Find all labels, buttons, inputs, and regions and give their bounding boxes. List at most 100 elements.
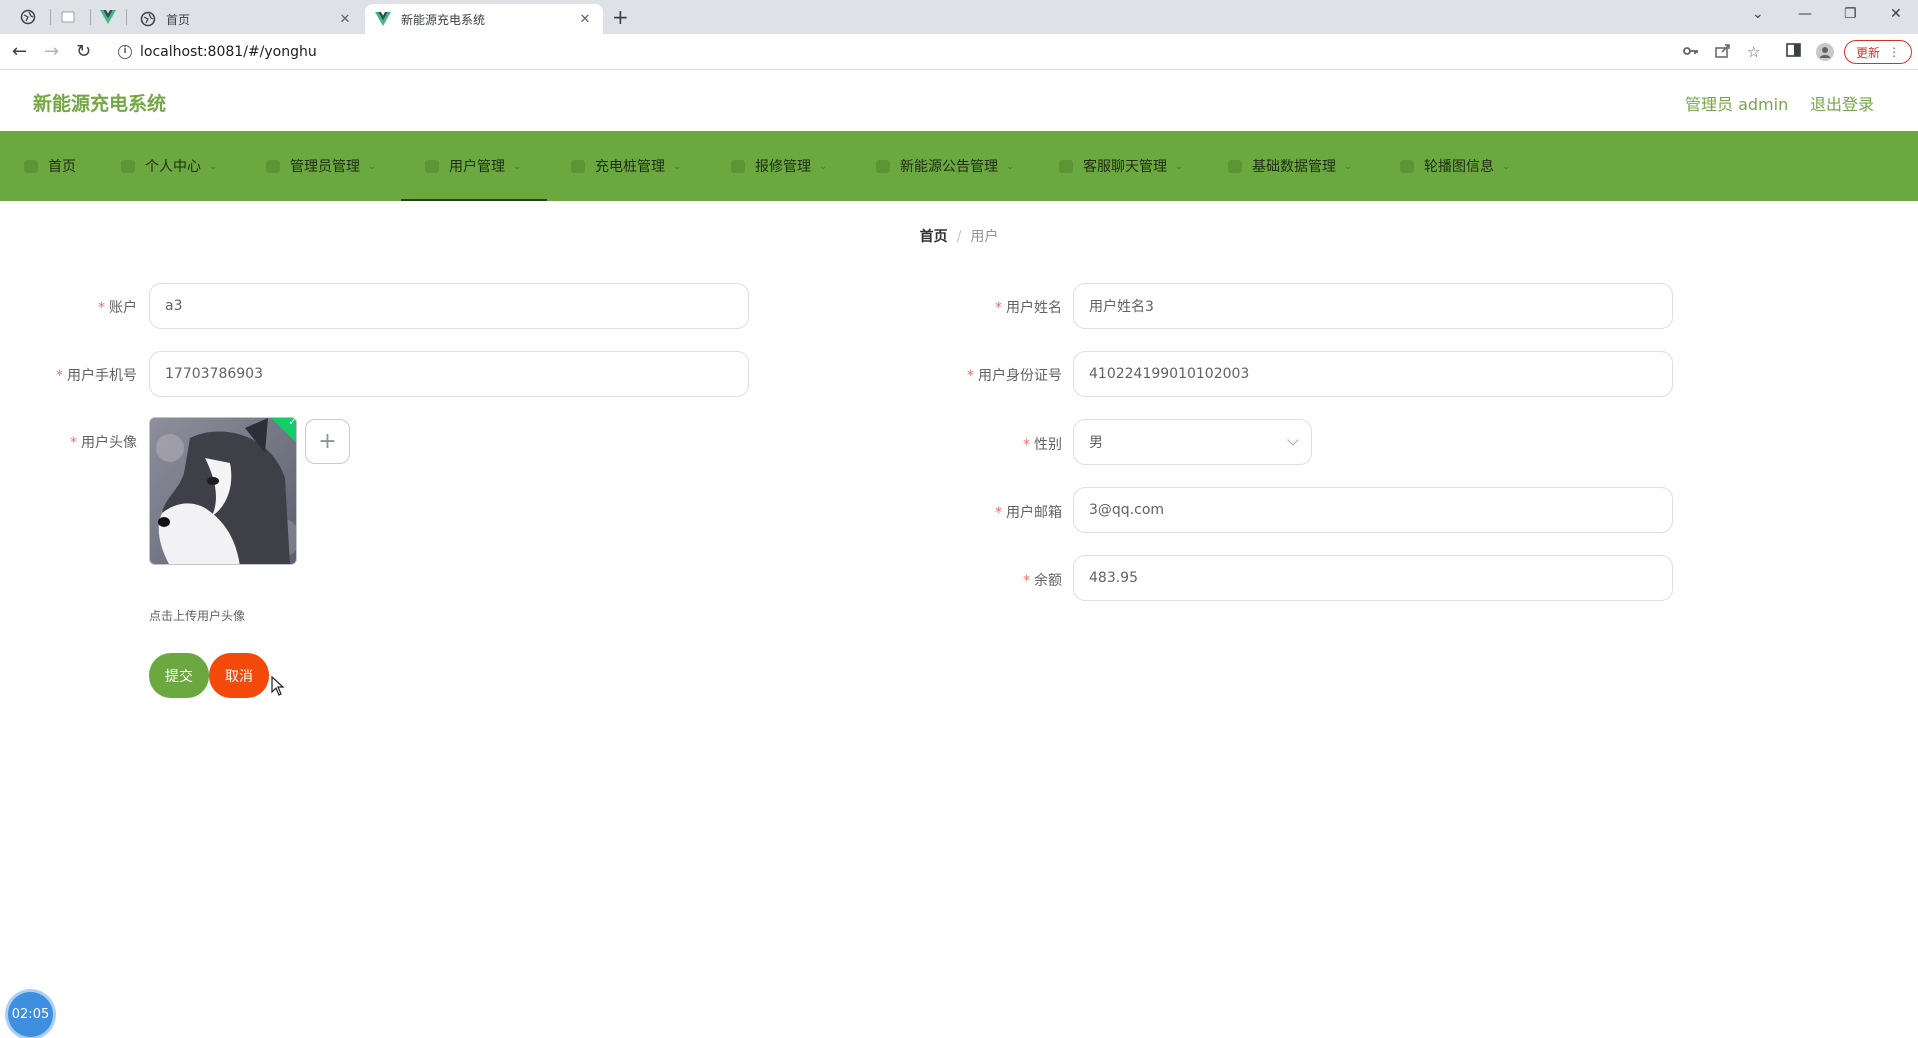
site-info-icon[interactable]: i	[118, 45, 132, 59]
chevron-down-icon: ⌄	[819, 160, 828, 172]
chevron-down-icon	[1287, 434, 1299, 446]
nav-item-home[interactable]: 首页	[0, 131, 99, 201]
nav-item-label: 客服聊天管理	[1083, 159, 1167, 175]
id-card-input[interactable]: 410224199010102003	[1073, 351, 1673, 397]
app-title: 新能源充电系统	[33, 93, 167, 115]
phone-input[interactable]: 17703786903	[149, 351, 749, 397]
blank-page-icon	[61, 11, 75, 23]
pinned-tab-blank[interactable]	[54, 6, 82, 28]
nav-item-personal-center[interactable]: 个人中心 ⌄	[99, 131, 244, 201]
admin-icon	[266, 159, 280, 173]
nav-item-carousel-info[interactable]: 轮播图信息 ⌄	[1378, 131, 1538, 201]
user-name-input[interactable]: 用户姓名3	[1073, 283, 1673, 329]
breadcrumb-separator: /	[956, 229, 962, 245]
breadcrumb-home[interactable]: 首页	[920, 229, 948, 245]
nav-item-label: 基础数据管理	[1252, 159, 1336, 175]
nav-item-base-data-management[interactable]: 基础数据管理 ⌄	[1206, 131, 1378, 201]
chevron-down-icon: ⌄	[209, 160, 218, 172]
tab-home[interactable]: 首页 ✕	[130, 4, 363, 34]
data-icon	[1228, 159, 1242, 173]
announcement-icon	[876, 159, 890, 173]
breadcrumb: 首页 / 用户	[0, 226, 1918, 246]
address-url[interactable]: localhost:8081/#/yonghu	[140, 44, 317, 60]
new-tab-plus-icon[interactable]: +	[612, 5, 629, 29]
kebab-menu-icon: ⋮	[1888, 45, 1900, 59]
account-label: * 账户	[98, 300, 137, 316]
chevron-down-icon: ⌄	[513, 160, 522, 172]
nav-item-label: 新能源公告管理	[900, 159, 998, 175]
profile-avatar-icon[interactable]	[1816, 43, 1834, 65]
update-label: 更新	[1855, 45, 1880, 60]
window-close-icon[interactable]: ✕	[1890, 6, 1902, 22]
tab-search-chevron-icon[interactable]: ⌄	[1752, 6, 1764, 22]
vue-icon	[100, 10, 116, 24]
forward-arrow-icon[interactable]: →	[44, 41, 59, 62]
chevron-down-icon: ⌄	[1344, 160, 1353, 172]
nav-item-user-management[interactable]: 用户管理 ⌄	[401, 131, 547, 201]
nav-item-label: 报修管理	[755, 159, 811, 175]
tab-charging-system[interactable]: 新能源充电系统 ✕	[365, 4, 603, 34]
restore-icon[interactable]: ❐	[1844, 6, 1857, 22]
nav-item-admin-management[interactable]: 管理员管理 ⌄	[244, 131, 401, 201]
breadcrumb-current: 用户	[970, 229, 999, 245]
vue-icon	[375, 11, 391, 27]
main-nav: 首页 个人中心 ⌄ 管理员管理 ⌄ 用户管理 ⌄ 充电桩管理 ⌄ 报修管理 ⌄ …	[0, 131, 1918, 201]
nav-item-charger-management[interactable]: 充电桩管理 ⌄	[547, 131, 707, 201]
balance-label: * 余额	[1023, 573, 1062, 589]
gender-select[interactable]: 男	[1073, 419, 1312, 465]
avatar-image[interactable]: ✓	[149, 417, 297, 565]
logout-link[interactable]: 退出登录	[1810, 91, 1874, 115]
upload-tip: 点击上传用户头像	[149, 609, 246, 623]
avatar-label: * 用户头像	[70, 435, 137, 451]
tab-title: 首页	[166, 12, 191, 27]
admin-user-label: 管理员 admin	[1685, 95, 1789, 114]
bookmark-star-icon[interactable]: ☆	[1747, 43, 1760, 61]
users-icon	[425, 159, 439, 173]
address-bar[interactable]: i localhost:8081/#/yonghu	[108, 38, 1682, 66]
browser-update-button[interactable]: 更新 ⋮	[1844, 40, 1912, 64]
account-input[interactable]: a3	[149, 283, 749, 329]
husky-image	[150, 418, 296, 564]
nav-item-label: 首页	[48, 159, 76, 175]
balance-input[interactable]: 483.95	[1073, 555, 1673, 601]
tab-close-icon[interactable]: ✕	[337, 12, 353, 27]
chevron-down-icon: ⌄	[1502, 160, 1511, 172]
nav-item-label: 用户管理	[449, 159, 505, 175]
id-card-label: * 用户身份证号	[967, 368, 1062, 384]
nav-item-label: 充电桩管理	[595, 159, 665, 175]
app-header: 新能源充电系统 管理员 admin 退出登录	[0, 70, 1918, 131]
nav-item-label: 个人中心	[145, 159, 201, 175]
reload-icon[interactable]: ↻	[76, 41, 91, 62]
nav-item-announcement-management[interactable]: 新能源公告管理 ⌄	[852, 131, 1037, 201]
chevron-down-icon: ⌄	[673, 160, 682, 172]
nav-item-chat-management[interactable]: 客服聊天管理 ⌄	[1037, 131, 1206, 201]
submit-button[interactable]: 提交	[149, 653, 209, 698]
chevron-down-icon: ⌄	[1006, 160, 1015, 172]
floating-clock-badge[interactable]: 02:05	[8, 992, 53, 1037]
globe-icon	[20, 9, 36, 25]
nav-item-repair-management[interactable]: 报修管理 ⌄	[707, 131, 852, 201]
user-name-label: * 用户姓名	[995, 300, 1062, 316]
email-input[interactable]: 3@qq.com	[1073, 487, 1673, 533]
globe-icon	[140, 11, 156, 27]
browser-toolbar: ← → ↻ i localhost:8081/#/yonghu ☆ 更新 ⋮	[0, 34, 1918, 70]
carousel-icon	[1400, 159, 1414, 173]
nav-item-label: 管理员管理	[290, 159, 360, 175]
tab-close-icon[interactable]: ✕	[577, 12, 593, 27]
mouse-cursor-icon	[271, 676, 285, 696]
key-icon[interactable]	[1683, 43, 1699, 61]
pinned-tab-vue[interactable]	[94, 6, 122, 28]
chevron-down-icon: ⌄	[1175, 160, 1184, 172]
pinned-tab-globe[interactable]	[14, 6, 42, 28]
share-icon[interactable]	[1715, 43, 1731, 62]
back-arrow-icon[interactable]: ←	[12, 41, 27, 62]
user-icon	[121, 159, 135, 173]
side-panel-icon[interactable]	[1786, 43, 1801, 61]
phone-label: * 用户手机号	[56, 368, 137, 384]
repair-icon	[731, 159, 745, 173]
minimize-icon[interactable]: —	[1798, 6, 1812, 22]
tab-title: 新能源充电系统	[401, 12, 486, 27]
chat-icon	[1059, 159, 1073, 173]
cancel-button[interactable]: 取消	[209, 653, 269, 698]
upload-plus-icon[interactable]: +	[305, 419, 350, 464]
